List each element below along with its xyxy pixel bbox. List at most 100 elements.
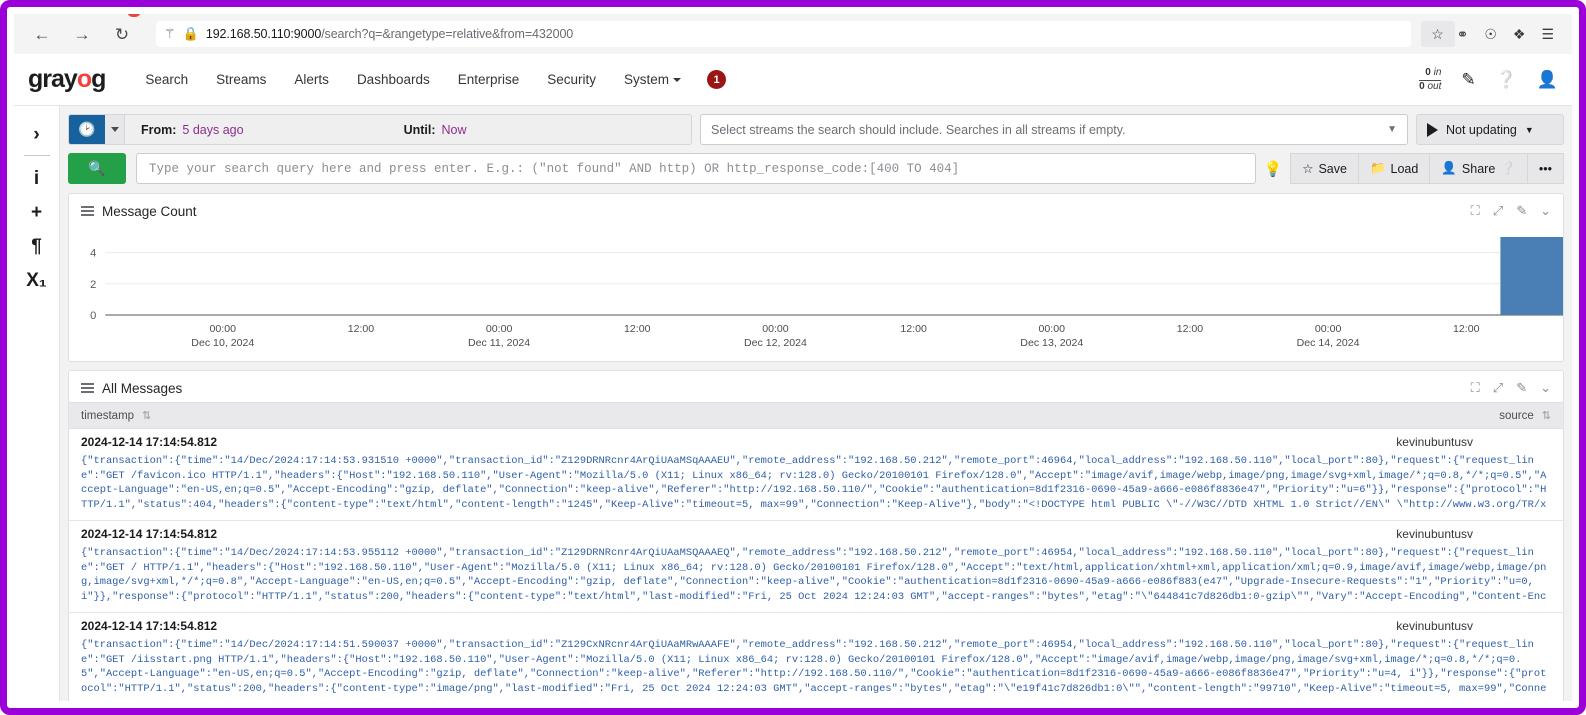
chevron-down-icon: ▼: [1387, 124, 1397, 135]
chevron-down-icon[interactable]: ⌄: [1540, 380, 1551, 396]
address-bar[interactable]: ⚚ 🔒 192.168.50.110:9000/search?q=&ranget…: [156, 21, 1411, 47]
svg-text:2: 2: [90, 279, 96, 291]
star-icon: ☆: [1302, 162, 1314, 176]
svg-text:0: 0: [90, 310, 96, 322]
timerange-selector[interactable]: 🕑 From: 5 days ago Until: Now: [68, 114, 692, 145]
edit-icon[interactable]: ✎: [1516, 380, 1527, 396]
table-row[interactable]: 2024-12-14 17:14:54.812 kevinubuntusv {"tr…: [69, 429, 1563, 521]
drag-handle-icon[interactable]: [81, 206, 94, 216]
table-row[interactable]: 2024-12-14 17:14:54.812 kevinubuntusv {"tr…: [69, 521, 1563, 613]
add-widget-icon[interactable]: +: [20, 196, 54, 230]
chevron-down-icon: [673, 78, 682, 83]
load-button[interactable]: 📁 Load: [1357, 153, 1430, 184]
search-content: 🕑 From: 5 days ago Until: Now Select str…: [60, 106, 1572, 701]
browser-toolbar: ← → ↻ ⚚ 🔒 192.168.50.110:9000/search?q=&…: [14, 14, 1572, 54]
account-circle-icon[interactable]: ☉: [1484, 26, 1497, 43]
column-header-source[interactable]: source: [1499, 410, 1534, 422]
svg-text:Dec 12, 2024: Dec 12, 2024: [744, 337, 807, 349]
info-icon[interactable]: i: [20, 162, 54, 196]
message-source: kevinubuntusv: [1396, 435, 1473, 449]
fullscreen-icon[interactable]: ⤢: [1493, 203, 1503, 219]
left-sidebar: › i + ¶ X₁: [14, 106, 60, 701]
from-value[interactable]: 5 days ago: [182, 123, 243, 137]
chevron-down-icon[interactable]: ⌄: [1540, 203, 1551, 219]
from-label: From:: [141, 122, 177, 137]
fullscreen-icon[interactable]: ⤢: [1493, 380, 1503, 396]
pencil-square-icon[interactable]: ✎: [1461, 70, 1475, 90]
refresh-control[interactable]: Not updating ▼: [1416, 114, 1564, 145]
table-row[interactable]: 2024-12-14 17:14:54.812 kevinubuntusv {"tr…: [69, 613, 1563, 701]
refresh-label: Not updating: [1446, 122, 1517, 137]
streams-placeholder: Select streams the search should include…: [711, 122, 1126, 137]
nav-item-streams[interactable]: Streams: [202, 66, 280, 93]
nav-item-enterprise[interactable]: Enterprise: [444, 66, 534, 93]
until-label: Until:: [403, 122, 436, 137]
nav-item-system[interactable]: System: [610, 66, 695, 93]
widget-title: All Messages: [102, 380, 183, 396]
throughput-in-value: 0: [1425, 67, 1431, 78]
question-circle-icon[interactable]: ❔: [1496, 70, 1517, 90]
nav-item-dashboards[interactable]: Dashboards: [343, 66, 444, 93]
messages-list: 2024-12-14 17:14:54.812 kevinubuntusv {"tr…: [69, 429, 1563, 701]
until-value[interactable]: Now: [442, 123, 467, 137]
message-timestamp: 2024-12-14 17:14:54.812: [81, 435, 218, 449]
column-header-timestamp[interactable]: timestamp: [81, 410, 134, 422]
hamburger-menu-icon[interactable]: ☰: [1541, 26, 1554, 43]
clock-icon[interactable]: 🕑: [69, 115, 105, 144]
streams-select[interactable]: Select streams the search should include…: [700, 114, 1408, 145]
forward-arrow-icon[interactable]: →: [70, 22, 94, 46]
highlighting-pilcrow-icon[interactable]: ¶: [20, 230, 54, 264]
throughput-out-unit: out: [1427, 80, 1442, 92]
magnifier-icon: 🔍: [88, 160, 106, 176]
reload-icon[interactable]: ↻: [110, 22, 134, 46]
nav-item-search[interactable]: Search: [131, 66, 202, 93]
question-circle-icon[interactable]: ❔: [1500, 161, 1516, 176]
pocket-icon[interactable]: ⚭: [1457, 26, 1469, 43]
more-actions-button[interactable]: •••: [1526, 153, 1564, 184]
sort-icon[interactable]: ⇅: [1542, 409, 1551, 422]
back-arrow-icon[interactable]: ←: [30, 22, 54, 46]
share-button[interactable]: 👤 Share ❔: [1429, 153, 1527, 184]
nav-item-alerts[interactable]: Alerts: [280, 66, 343, 93]
extensions-icon[interactable]: ❖: [1513, 26, 1526, 43]
svg-text:Dec 14, 2024: Dec 14, 2024: [1297, 337, 1360, 349]
drag-handle-icon[interactable]: [81, 383, 94, 393]
play-icon[interactable]: [1427, 122, 1438, 137]
expand-sidebar-icon[interactable]: ›: [20, 118, 54, 152]
svg-text:12:00: 12:00: [1177, 323, 1204, 335]
chart-svg: 0 2 4 00:00 Dec 10, 2024 12:00 00:00 Dec 11, 20…: [90, 237, 1563, 349]
search-input[interactable]: Type your search query here and press en…: [136, 153, 1257, 184]
sort-icon[interactable]: ⇅: [142, 409, 151, 422]
svg-text:Dec 11, 2024: Dec 11, 2024: [468, 337, 530, 349]
user-plus-icon: 👤: [1441, 161, 1457, 175]
search-button[interactable]: 🔍: [68, 153, 126, 184]
sidebar-divider: [23, 155, 50, 156]
share-label: Share: [1461, 161, 1496, 176]
widget-title: Message Count: [102, 203, 197, 219]
screen-recording-frame: ← → ↻ ⚚ 🔒 192.168.50.110:9000/search?q=&…: [0, 0, 1586, 715]
notification-badge[interactable]: 1: [707, 70, 727, 89]
star-icon[interactable]: ☆: [1420, 21, 1455, 47]
timerange-dropdown-toggle[interactable]: [105, 115, 125, 144]
message-count-chart[interactable]: 0 2 4 00:00 Dec 10, 2024 12:00 00:00 Dec 11, 20…: [69, 231, 1563, 361]
folder-icon: 📁: [1369, 161, 1386, 175]
message-source: kevinubuntusv: [1396, 619, 1473, 633]
svg-text:12:00: 12:00: [1453, 323, 1480, 335]
message-body: {"transaction":{"time":"14/Dec/2024:17:1…: [81, 455, 1547, 511]
fields-icon[interactable]: X₁: [20, 264, 54, 298]
user-icon[interactable]: 👤: [1537, 70, 1558, 90]
shield-icon: ⚚: [164, 26, 176, 41]
graylog-top-nav: grayog Search Streams Alerts Dashboards …: [14, 54, 1572, 106]
save-button[interactable]: ☆ Save: [1290, 153, 1358, 184]
url-host: 192.168.50.110:9000: [205, 27, 322, 41]
nav-item-security[interactable]: Security: [533, 66, 610, 93]
lightbulb-icon[interactable]: 💡: [1256, 153, 1290, 184]
collapse-icon[interactable]: ⛶: [1471, 380, 1480, 396]
graylog-logo[interactable]: grayog: [28, 65, 106, 94]
collapse-icon[interactable]: ⛶: [1471, 203, 1480, 219]
message-body: {"transaction":{"time":"14/Dec/2024:17:1…: [81, 639, 1547, 695]
message-row-header: 2024-12-14 17:14:54.812 kevinubuntusv: [81, 527, 1551, 541]
edit-icon[interactable]: ✎: [1516, 203, 1527, 219]
lock-crossed-icon: 🔒: [182, 26, 199, 41]
svg-text:00:00: 00:00: [486, 323, 513, 335]
